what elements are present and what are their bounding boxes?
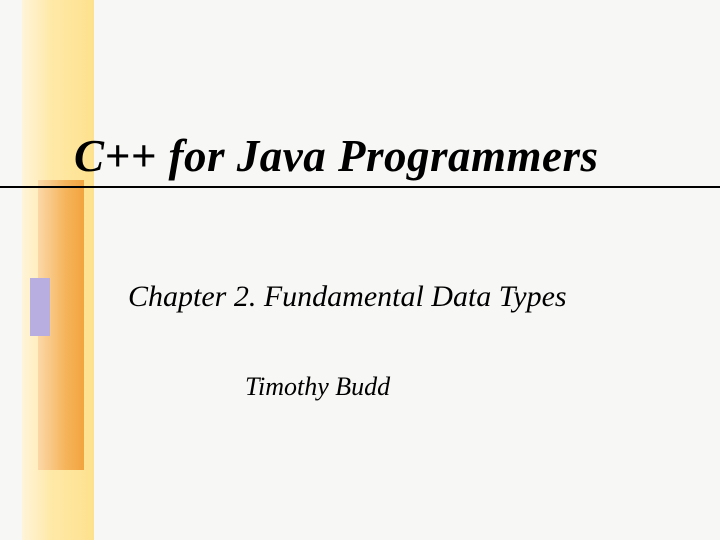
slide-subtitle: Chapter 2. Fundamental Data Types xyxy=(128,280,567,314)
slide-author: Timothy Budd xyxy=(245,372,390,402)
title-underline xyxy=(0,186,720,188)
decorative-bar-purple xyxy=(30,278,50,336)
slide-title: C++ for Java Programmers xyxy=(74,130,599,182)
